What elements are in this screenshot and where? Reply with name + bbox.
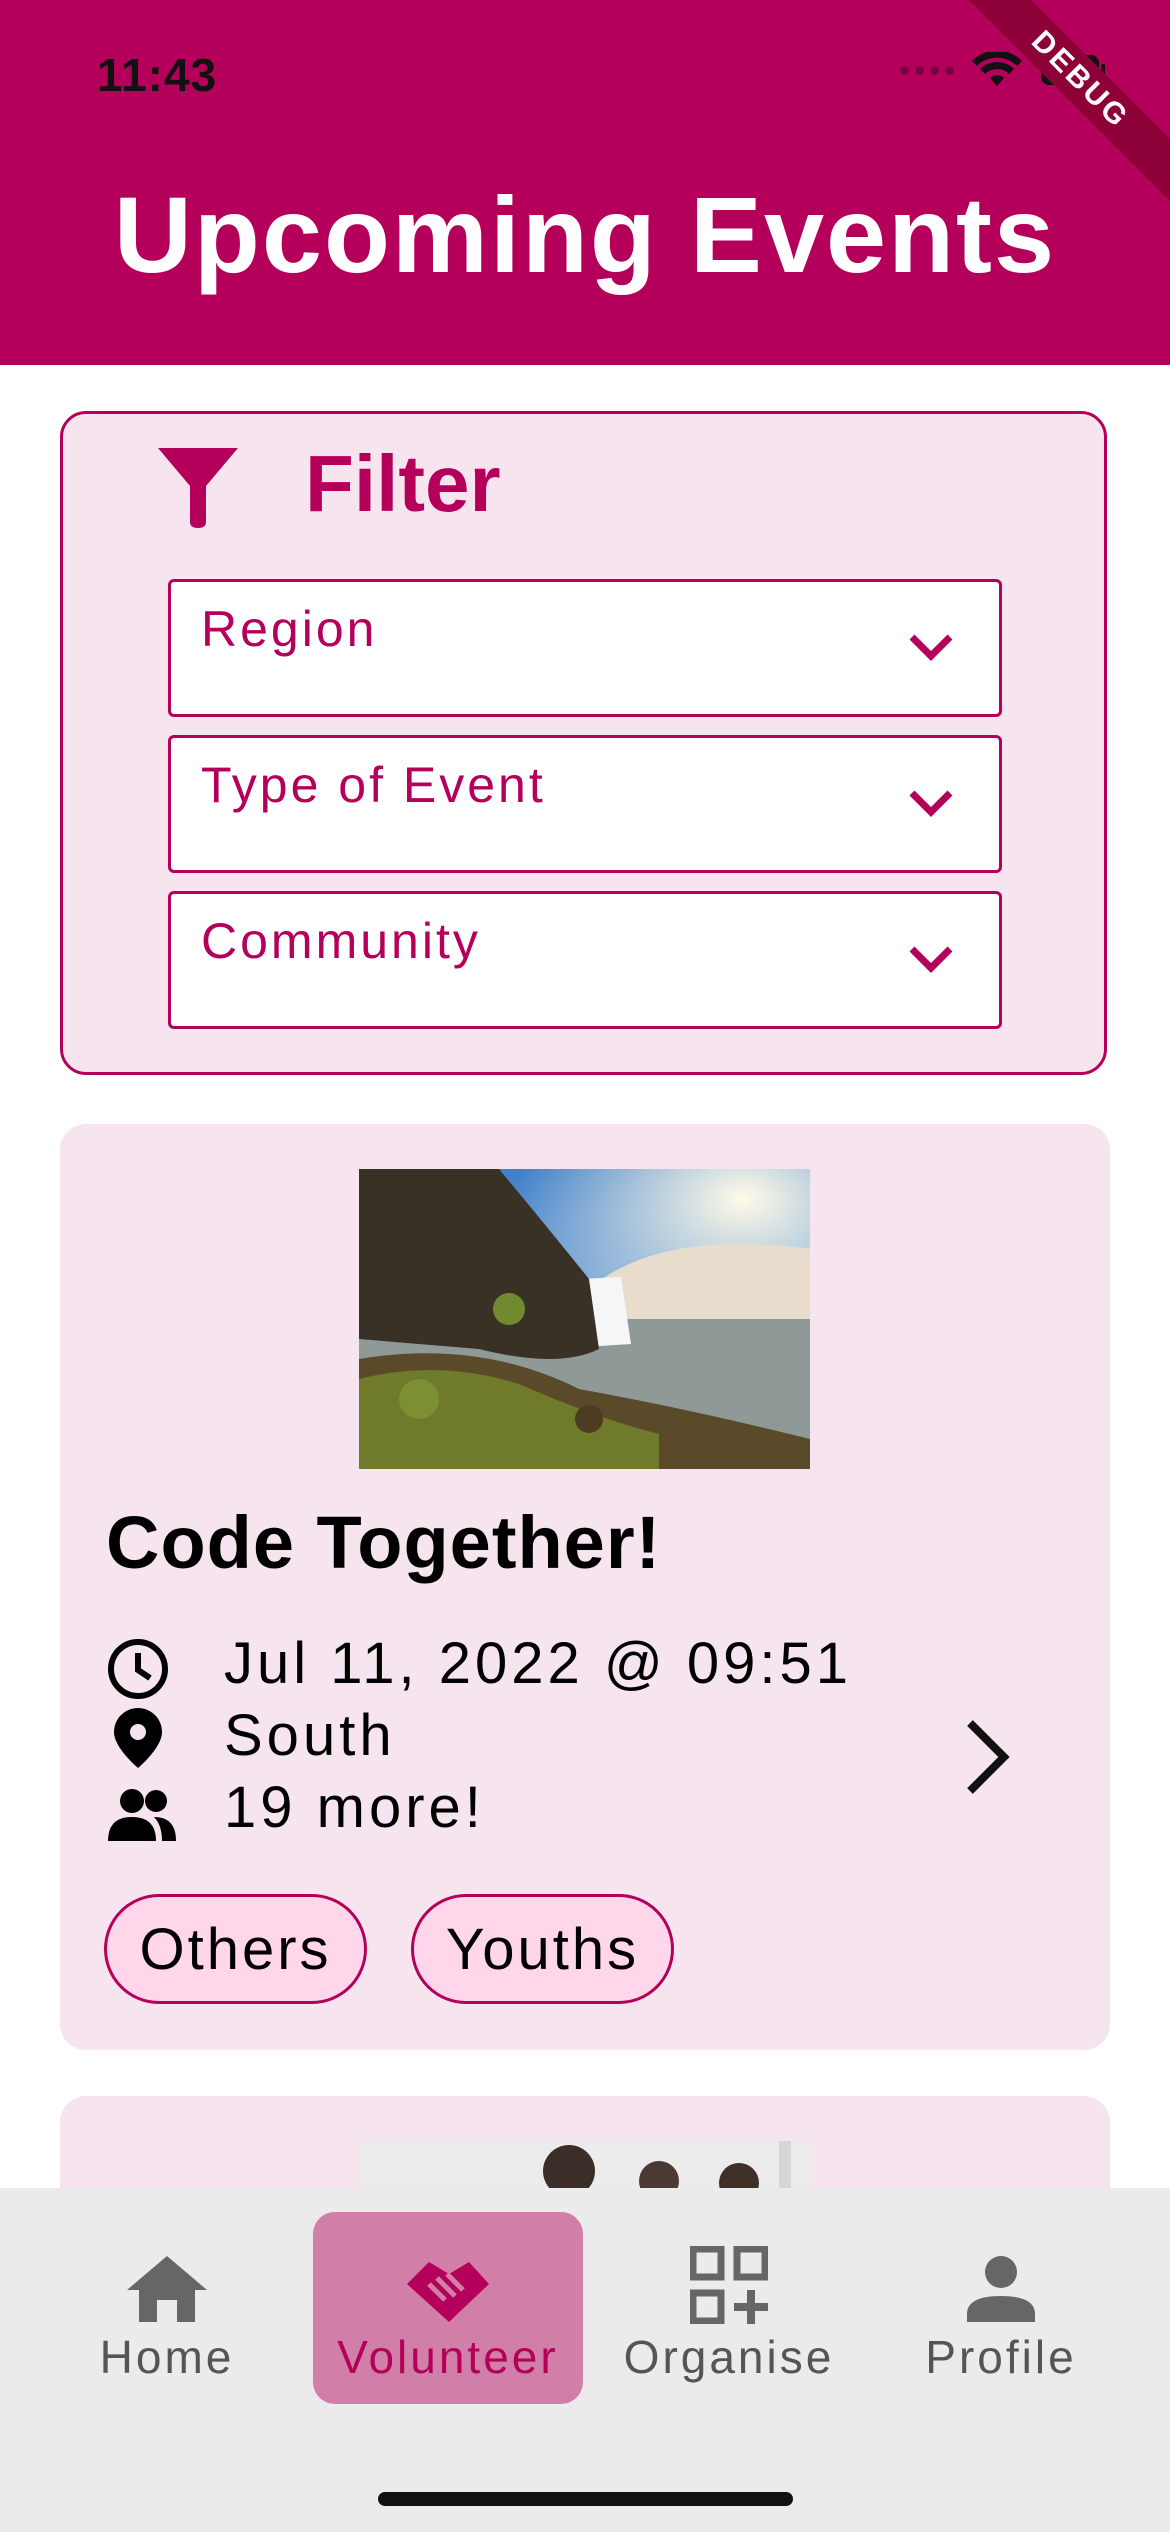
- event-participants: 19 more!: [224, 1775, 485, 1840]
- event-datetime: Jul 11, 2022 @ 09:51: [224, 1631, 852, 1696]
- event-location: South: [224, 1703, 396, 1768]
- nav-volunteer-label: Volunteer: [337, 2331, 559, 2383]
- chevron-down-icon: [909, 946, 953, 973]
- region-dropdown-label: Region: [201, 601, 378, 657]
- event-type-dropdown[interactable]: Type of Event: [168, 735, 1002, 873]
- event-type-dropdown-label: Type of Event: [201, 757, 546, 813]
- wifi-icon: [972, 52, 1022, 86]
- tag-others[interactable]: Others: [104, 1894, 367, 2004]
- location-pin-icon: [114, 1708, 162, 1768]
- clock-icon: [108, 1639, 168, 1699]
- nav-volunteer[interactable]: Volunteer: [313, 2212, 583, 2404]
- community-dropdown-label: Community: [201, 913, 481, 969]
- event-image: [359, 1169, 810, 1469]
- nav-organise[interactable]: Organise: [618, 2212, 840, 2404]
- community-dropdown[interactable]: Community: [168, 891, 1002, 1029]
- filter-icon: [158, 448, 238, 528]
- nav-profile-label: Profile: [925, 2331, 1077, 2383]
- chevron-down-icon: [909, 790, 953, 817]
- home-indicator[interactable]: [378, 2492, 793, 2506]
- tag-youths[interactable]: Youths: [411, 1894, 674, 2004]
- filter-title: Filter: [305, 439, 501, 528]
- nav-organise-label: Organise: [623, 2331, 835, 2383]
- handshake-icon: [407, 2262, 489, 2322]
- qr-add-icon: [690, 2246, 768, 2324]
- event-title: Code Together!: [106, 1501, 662, 1584]
- chevron-down-icon: [909, 634, 953, 661]
- page-title: Upcoming Events: [113, 174, 1057, 295]
- chevron-right-icon[interactable]: [962, 1717, 1014, 1797]
- nav-home-label: Home: [99, 2331, 235, 2383]
- home-icon: [127, 2256, 207, 2322]
- nav-home[interactable]: Home: [60, 2212, 274, 2404]
- nav-profile[interactable]: Profile: [890, 2212, 1112, 2404]
- person-icon: [967, 2256, 1035, 2322]
- cellular-signal-icon: [900, 65, 954, 75]
- people-icon: [108, 1789, 176, 1841]
- region-dropdown[interactable]: Region: [168, 579, 1002, 717]
- status-time: 11:43: [97, 49, 218, 101]
